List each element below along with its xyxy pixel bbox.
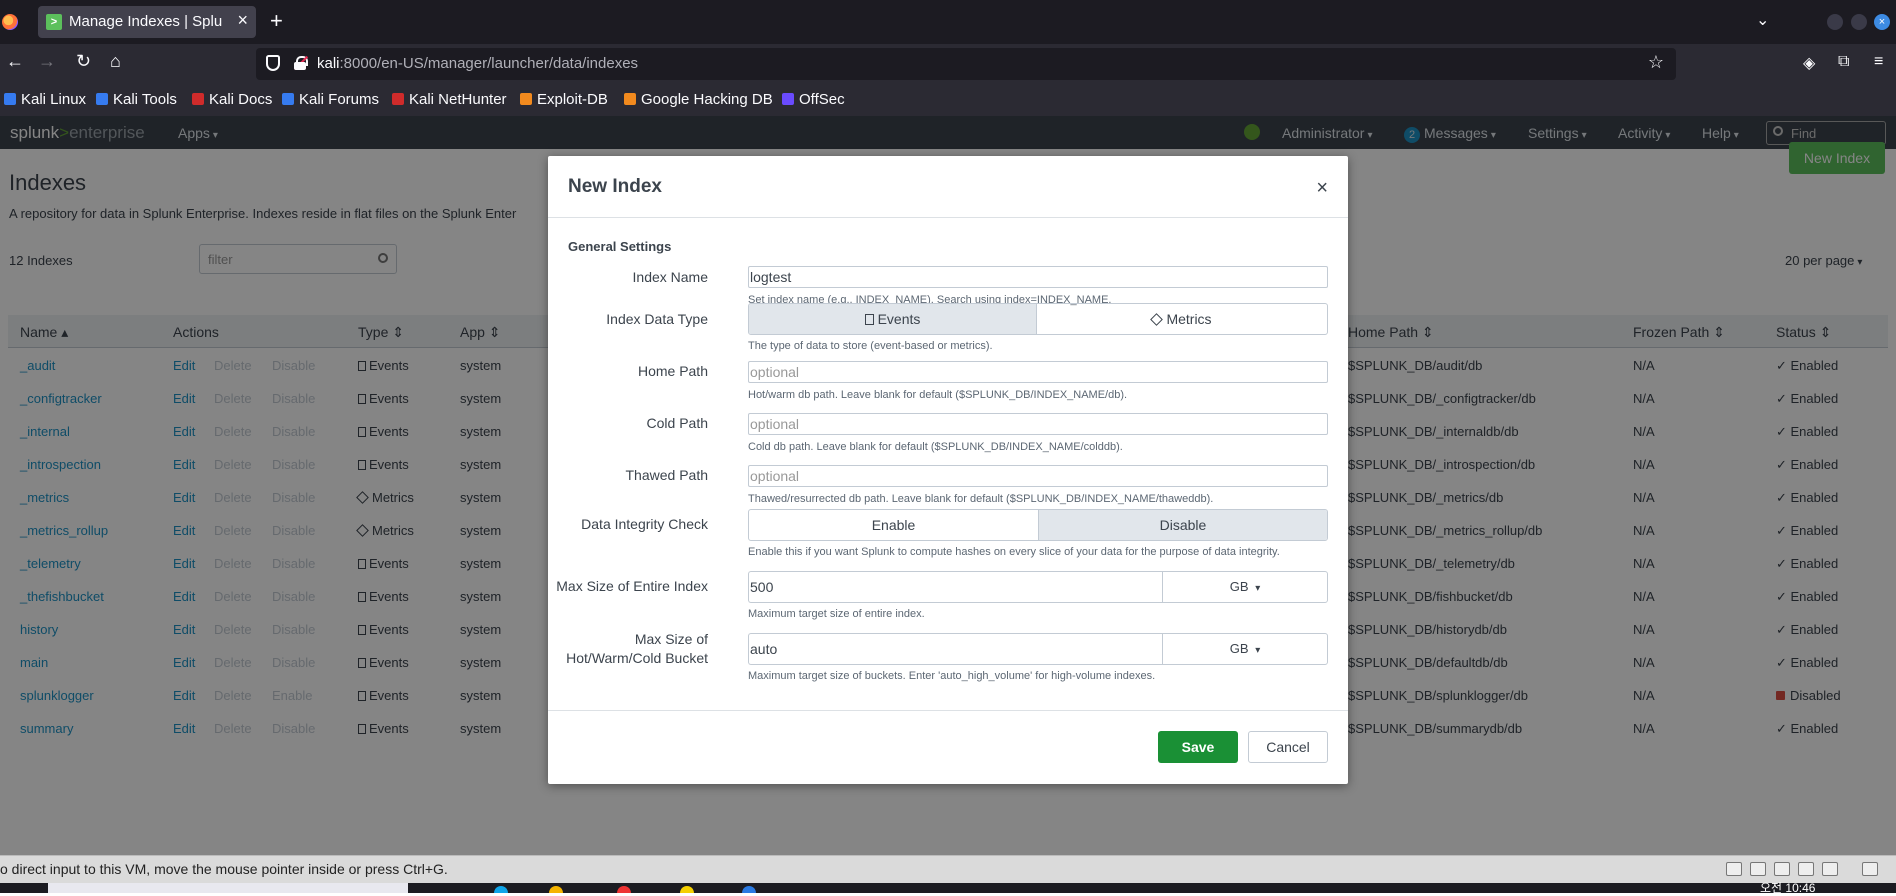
- tracking-protection-shield-icon[interactable]: [266, 55, 280, 71]
- kali-nethunter-icon: [392, 93, 404, 105]
- dialog-footer: Save Cancel: [548, 710, 1348, 784]
- browser-nav-bar: ← → ↻ ⌂ kali:8000/en-US/manager/launcher…: [0, 44, 1896, 84]
- max-size-input[interactable]: 500: [748, 571, 1162, 603]
- integrity-label: Data Integrity Check: [581, 516, 708, 532]
- minimize-icon[interactable]: [1827, 14, 1843, 30]
- bookmark-kali-forums[interactable]: Kali Forums: [282, 91, 379, 108]
- vm-status-bar: o direct input to this VM, move the mous…: [0, 855, 1896, 883]
- kali-tools-icon: [96, 93, 108, 105]
- forward-arrow-icon[interactable]: →: [38, 51, 56, 72]
- display-icon[interactable]: [1822, 862, 1838, 876]
- taskbar-app-icon[interactable]: [617, 886, 631, 893]
- integrity-toggle: Enable Disable: [748, 509, 1328, 541]
- taskbar-app-icon[interactable]: [494, 886, 508, 893]
- cold-path-label: Cold Path: [646, 415, 708, 431]
- extensions-icon[interactable]: ⧉: [1838, 53, 1849, 71]
- fullscreen-icon[interactable]: [1862, 862, 1878, 876]
- tab-manage-indexes[interactable]: > Manage Indexes | Splunk Ent ×: [38, 6, 256, 38]
- cancel-button[interactable]: Cancel: [1248, 731, 1328, 763]
- dialog-title: New Index: [568, 176, 662, 197]
- tab-title: Manage Indexes | Splunk Ent: [69, 13, 223, 30]
- url-bar[interactable]: kali:8000/en-US/manager/launcher/data/in…: [256, 48, 1676, 80]
- system-clock: 오전 10:46: [1760, 881, 1816, 895]
- home-path-input[interactable]: optional: [748, 361, 1328, 383]
- data-type-help: The type of data to store (event-based o…: [748, 340, 993, 352]
- index-name-label: Index Name: [632, 269, 708, 285]
- cold-path-help: Cold db path. Leave blank for default ($…: [748, 441, 1123, 453]
- bookmark-kali-linux[interactable]: Kali Linux: [4, 91, 86, 108]
- metrics-icon: [1150, 313, 1164, 326]
- google-hacking-db-icon: [624, 93, 636, 105]
- bookmark-kali-docs[interactable]: Kali Docs: [192, 91, 272, 108]
- active-taskbar-item[interactable]: [48, 883, 408, 893]
- close-icon[interactable]: ×: [1316, 177, 1328, 200]
- list-all-tabs-icon[interactable]: ⌄: [1756, 10, 1769, 30]
- new-tab-button[interactable]: +: [270, 8, 283, 34]
- url-text[interactable]: kali:8000/en-US/manager/launcher/data/in…: [317, 55, 638, 72]
- bookmark-offsec[interactable]: OffSec: [782, 91, 845, 108]
- bucket-size-label: Max Size of Hot/Warm/Cold Bucket: [566, 631, 708, 666]
- bucket-size-help: Maximum target size of buckets. Enter 'a…: [748, 670, 1156, 682]
- audio-icon[interactable]: [1774, 862, 1790, 876]
- bookmarks-toolbar: Kali Linux Kali Tools Kali Docs Kali For…: [0, 84, 1896, 116]
- cold-path-input[interactable]: optional: [748, 413, 1328, 435]
- save-button[interactable]: Save: [1158, 731, 1238, 763]
- pocket-icon[interactable]: ◈: [1803, 53, 1815, 73]
- home-icon[interactable]: ⌂: [110, 51, 121, 72]
- splunk-favicon-icon: >: [46, 14, 62, 30]
- kali-docs-icon: [192, 93, 204, 105]
- thawed-path-label: Thawed Path: [625, 467, 709, 483]
- offsec-icon: [782, 93, 794, 105]
- exploit-db-icon: [520, 93, 532, 105]
- new-index-dialog: New Index × General Settings Index Name …: [548, 156, 1348, 784]
- tab-close-icon[interactable]: ×: [237, 10, 248, 31]
- bookmark-kali-nethunter[interactable]: Kali NetHunter: [392, 91, 507, 108]
- bucket-size-input[interactable]: auto: [748, 633, 1162, 665]
- section-title: General Settings: [568, 239, 672, 254]
- home-path-label: Home Path: [637, 363, 708, 379]
- hard-disk-icon[interactable]: [1726, 862, 1742, 876]
- taskbar-app-icon[interactable]: [742, 886, 756, 893]
- data-type-toggle: Events Metrics: [748, 303, 1328, 335]
- index-name-input[interactable]: logtest: [748, 266, 1328, 288]
- window-close-icon[interactable]: ×: [1874, 14, 1890, 30]
- integrity-disable-option[interactable]: Disable: [1039, 510, 1327, 540]
- data-type-metrics-option[interactable]: Metrics: [1037, 304, 1327, 334]
- kali-linux-icon: [4, 93, 16, 105]
- thawed-path-help: Thawed/resurrected db path. Leave blank …: [748, 493, 1214, 505]
- maximize-icon[interactable]: [1851, 14, 1867, 30]
- kali-forums-icon: [282, 93, 294, 105]
- document-icon: [864, 314, 874, 325]
- usb-icon[interactable]: [1798, 862, 1814, 876]
- host-taskbar: 오전 10:46: [0, 881, 1896, 895]
- thawed-path-input[interactable]: optional: [748, 465, 1328, 487]
- home-path-help: Hot/warm db path. Leave blank for defaul…: [748, 389, 1128, 401]
- dialog-header: New Index ×: [548, 156, 1348, 218]
- firefox-icon[interactable]: [2, 14, 18, 30]
- back-arrow-icon[interactable]: ←: [6, 51, 24, 72]
- insecure-lock-icon[interactable]: [293, 55, 309, 71]
- network-icon[interactable]: [1750, 862, 1766, 876]
- integrity-enable-option[interactable]: Enable: [749, 510, 1038, 540]
- bucket-size-unit-select[interactable]: GB ▾: [1162, 633, 1328, 665]
- vm-status-text: o direct input to this VM, move the mous…: [0, 861, 448, 877]
- max-size-label: Max Size of Entire Index: [556, 578, 708, 594]
- data-type-label: Index Data Type: [606, 311, 708, 327]
- reload-icon[interactable]: ↻: [76, 51, 91, 72]
- integrity-help: Enable this if you want Splunk to comput…: [748, 546, 1280, 558]
- bookmark-google-hacking-db[interactable]: Google Hacking DB: [624, 91, 773, 108]
- data-type-events-option[interactable]: Events: [749, 304, 1036, 334]
- max-size-unit-select[interactable]: GB ▾: [1162, 571, 1328, 603]
- max-size-help: Maximum target size of entire index.: [748, 608, 925, 620]
- bookmark-star-icon[interactable]: ☆: [1648, 52, 1664, 73]
- dialog-body: General Settings Index Name logtest Set …: [548, 219, 1348, 710]
- bookmark-exploit-db[interactable]: Exploit-DB: [520, 91, 608, 108]
- taskbar-app-icon[interactable]: [680, 886, 694, 893]
- bookmark-kali-tools[interactable]: Kali Tools: [96, 91, 177, 108]
- menu-icon[interactable]: ≡: [1874, 53, 1883, 71]
- browser-tab-bar: > Manage Indexes | Splunk Ent × + ⌄ ×: [0, 0, 1896, 44]
- taskbar-folder-icon[interactable]: [549, 886, 563, 893]
